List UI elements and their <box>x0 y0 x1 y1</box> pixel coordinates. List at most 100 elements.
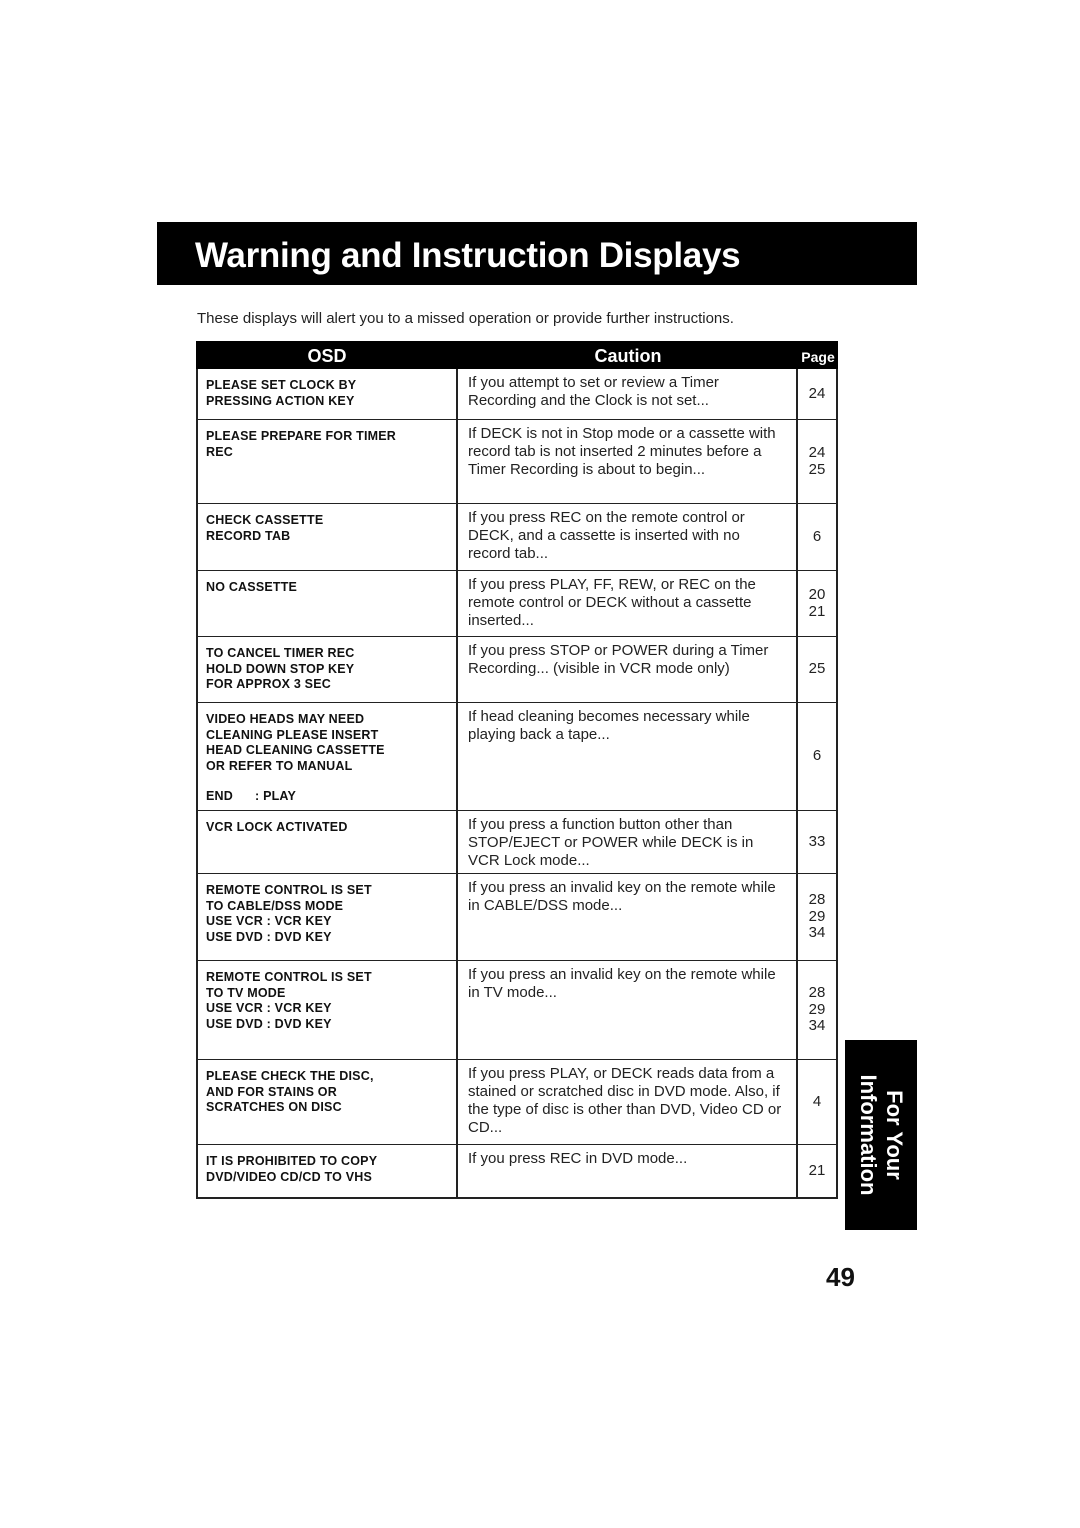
osd-line: PLEASE PREPARE FOR TIMER <box>206 429 397 443</box>
page-number: 49 <box>826 1262 855 1292</box>
osd-line: USE VCR : VCR KEY <box>206 1001 332 1016</box>
osd-line: DVD/VIDEO CD/CD TO VHS <box>206 1169 372 1184</box>
table-row: REMOTE CONTROL IS SET TO TV MODE USE VCR :… <box>198 960 836 1059</box>
table-row: VCR LOCK ACTIVATED If you press a functio… <box>198 810 836 873</box>
page-ref-number: 28 <box>808 984 826 1002</box>
caution-text: If you attempt to set or review a Timer … <box>458 369 798 419</box>
page-reference: 28 29 34 <box>798 961 836 1059</box>
page-reference: 24 <box>798 369 836 419</box>
page-ref-number: 28 <box>808 891 826 909</box>
page-ref-number: 24 <box>808 444 826 461</box>
intro-text: These displays will alert you to a misse… <box>197 310 734 327</box>
osd-message: VCR LOCK ACTIVATED <box>198 811 458 873</box>
osd-line: PRESSING ACTION KEY <box>206 393 355 408</box>
caution-text: If you press REC in DVD mode... <box>458 1145 798 1197</box>
osd-line: NO CASSETTE <box>206 580 298 594</box>
osd-line: HEAD CLEANING CASSETTE <box>206 743 385 758</box>
osd-line: VCR LOCK ACTIVATED <box>206 820 348 834</box>
header-osd: OSD <box>307 346 347 366</box>
page-reference: 33 <box>798 811 836 873</box>
osd-line: USE VCR : VCR KEY <box>206 914 332 929</box>
page-ref-number: 25 <box>808 660 826 678</box>
osd-line: PLEASE CHECK THE DISC, <box>206 1069 374 1083</box>
table-row: PLEASE SET CLOCK BY PRESSING ACTION KEY If… <box>198 369 836 419</box>
header-page: Page <box>801 349 835 365</box>
osd-line: USE DVD : DVD KEY <box>206 929 332 944</box>
page-ref-number: 29 <box>808 907 826 925</box>
osd-message: PLEASE SET CLOCK BY PRESSING ACTION KEY <box>198 369 458 419</box>
page-reference: 25 <box>798 637 836 702</box>
table-row: REMOTE CONTROL IS SET TO CABLE/DSS MODE US… <box>198 873 836 960</box>
osd-line: RECORD TAB <box>206 528 291 543</box>
osd-line: TO CANCEL TIMER REC <box>206 646 355 660</box>
osd-line: SCRATCHES ON DISC <box>206 1100 342 1115</box>
section-tab-line1: For Your <box>882 1090 907 1180</box>
caution-text: If you press PLAY, or DECK reads data fr… <box>458 1060 798 1144</box>
page-ref-number: 6 <box>812 527 822 545</box>
page-ref-number: 21 <box>808 602 826 620</box>
osd-line: HOLD DOWN STOP KEY <box>206 661 355 676</box>
osd-line: PLEASE SET CLOCK BY <box>206 378 357 392</box>
osd-line: VIDEO HEADS MAY NEED <box>206 712 365 726</box>
caution-text: If DECK is not in Stop mode or a cassett… <box>458 420 798 503</box>
section-tab: For Your Information <box>845 1040 917 1230</box>
page-ref-number: 20 <box>808 586 826 603</box>
osd-line: TO TV MODE <box>206 985 286 1000</box>
osd-line: END : PLAY <box>206 789 297 804</box>
osd-line <box>206 774 448 789</box>
table-row: PLEASE PREPARE FOR TIMER REC If DECK is no… <box>198 419 836 503</box>
page-ref-number: 29 <box>808 1000 826 1018</box>
osd-message: REMOTE CONTROL IS SET TO TV MODE USE VCR :… <box>198 961 458 1059</box>
osd-message: PLEASE CHECK THE DISC, AND FOR STAINS OR S… <box>198 1060 458 1144</box>
caution-text: If you press PLAY, FF, REW, or REC on th… <box>458 571 798 636</box>
table-row: TO CANCEL TIMER REC HOLD DOWN STOP KEY FOR… <box>198 636 836 702</box>
osd-message: IT IS PROHIBITED TO COPY DVD/VIDEO CD/CD … <box>198 1145 458 1197</box>
page-ref-number: 34 <box>808 1017 826 1035</box>
osd-message: TO CANCEL TIMER REC HOLD DOWN STOP KEY FOR… <box>198 637 458 702</box>
title-bar: Warning and Instruction Displays <box>157 222 917 285</box>
osd-message: VIDEO HEADS MAY NEED CLEANING PLEASE INSE… <box>198 703 458 810</box>
page-reference: 4 <box>798 1060 836 1144</box>
osd-line: REMOTE CONTROL IS SET <box>206 883 372 897</box>
osd-line: FOR APPROX 3 SEC <box>206 677 331 692</box>
osd-message: CHECK CASSETTE RECORD TAB <box>198 504 458 570</box>
section-tab-line2: Information <box>856 1074 881 1196</box>
osd-line: REMOTE CONTROL IS SET <box>206 970 372 984</box>
caution-text: If head cleaning becomes necessary while… <box>458 703 798 810</box>
warning-table: OSD Caution Page PLEASE SET CLOCK BY PRES… <box>196 341 838 1199</box>
osd-line: CLEANING PLEASE INSERT <box>206 727 379 742</box>
osd-line: AND FOR STAINS OR <box>206 1084 337 1099</box>
page-ref-number: 34 <box>808 924 826 942</box>
page-reference: 24 25 <box>798 420 836 503</box>
page-title: Warning and Instruction Displays <box>195 236 741 275</box>
page-reference: 21 <box>798 1145 836 1197</box>
table-row: VIDEO HEADS MAY NEED CLEANING PLEASE INSE… <box>198 702 836 810</box>
page-ref-number: 25 <box>808 460 826 478</box>
caution-text: If you press a function button other tha… <box>458 811 798 873</box>
table-row: PLEASE CHECK THE DISC, AND FOR STAINS OR S… <box>198 1059 836 1144</box>
page-reference: 6 <box>798 504 836 570</box>
table-body: PLEASE SET CLOCK BY PRESSING ACTION KEY If… <box>196 369 838 1199</box>
page-ref-number: 24 <box>808 384 826 402</box>
table-row: IT IS PROHIBITED TO COPY DVD/VIDEO CD/CD … <box>198 1144 836 1197</box>
caution-text: If you press an invalid key on the remot… <box>458 874 798 960</box>
page-reference: 20 21 <box>798 571 836 636</box>
page-ref-number: 33 <box>808 832 826 850</box>
page-reference: 28 29 34 <box>798 874 836 960</box>
caution-text: If you press STOP or POWER during a Time… <box>458 637 798 702</box>
osd-line: REC <box>206 444 233 459</box>
page-ref-number: 4 <box>812 1092 822 1110</box>
header-caution: Caution <box>594 346 662 366</box>
page-reference: 6 <box>798 703 836 810</box>
osd-line: USE DVD : DVD KEY <box>206 1016 332 1031</box>
osd-message: REMOTE CONTROL IS SET TO CABLE/DSS MODE US… <box>198 874 458 960</box>
page-ref-number: 6 <box>812 747 822 765</box>
osd-line: IT IS PROHIBITED TO COPY <box>206 1154 378 1168</box>
table-row: CHECK CASSETTE RECORD TAB If you press REC… <box>198 503 836 570</box>
section-tab-label: For Your Information <box>855 1075 907 1196</box>
table-header: OSD Caution Page <box>196 341 838 369</box>
caution-text: If you press an invalid key on the remot… <box>458 961 798 1059</box>
osd-message: PLEASE PREPARE FOR TIMER REC <box>198 420 458 503</box>
table-row: NO CASSETTE If you press PLAY, FF, REW, o… <box>198 570 836 636</box>
osd-line: OR REFER TO MANUAL <box>206 758 353 773</box>
